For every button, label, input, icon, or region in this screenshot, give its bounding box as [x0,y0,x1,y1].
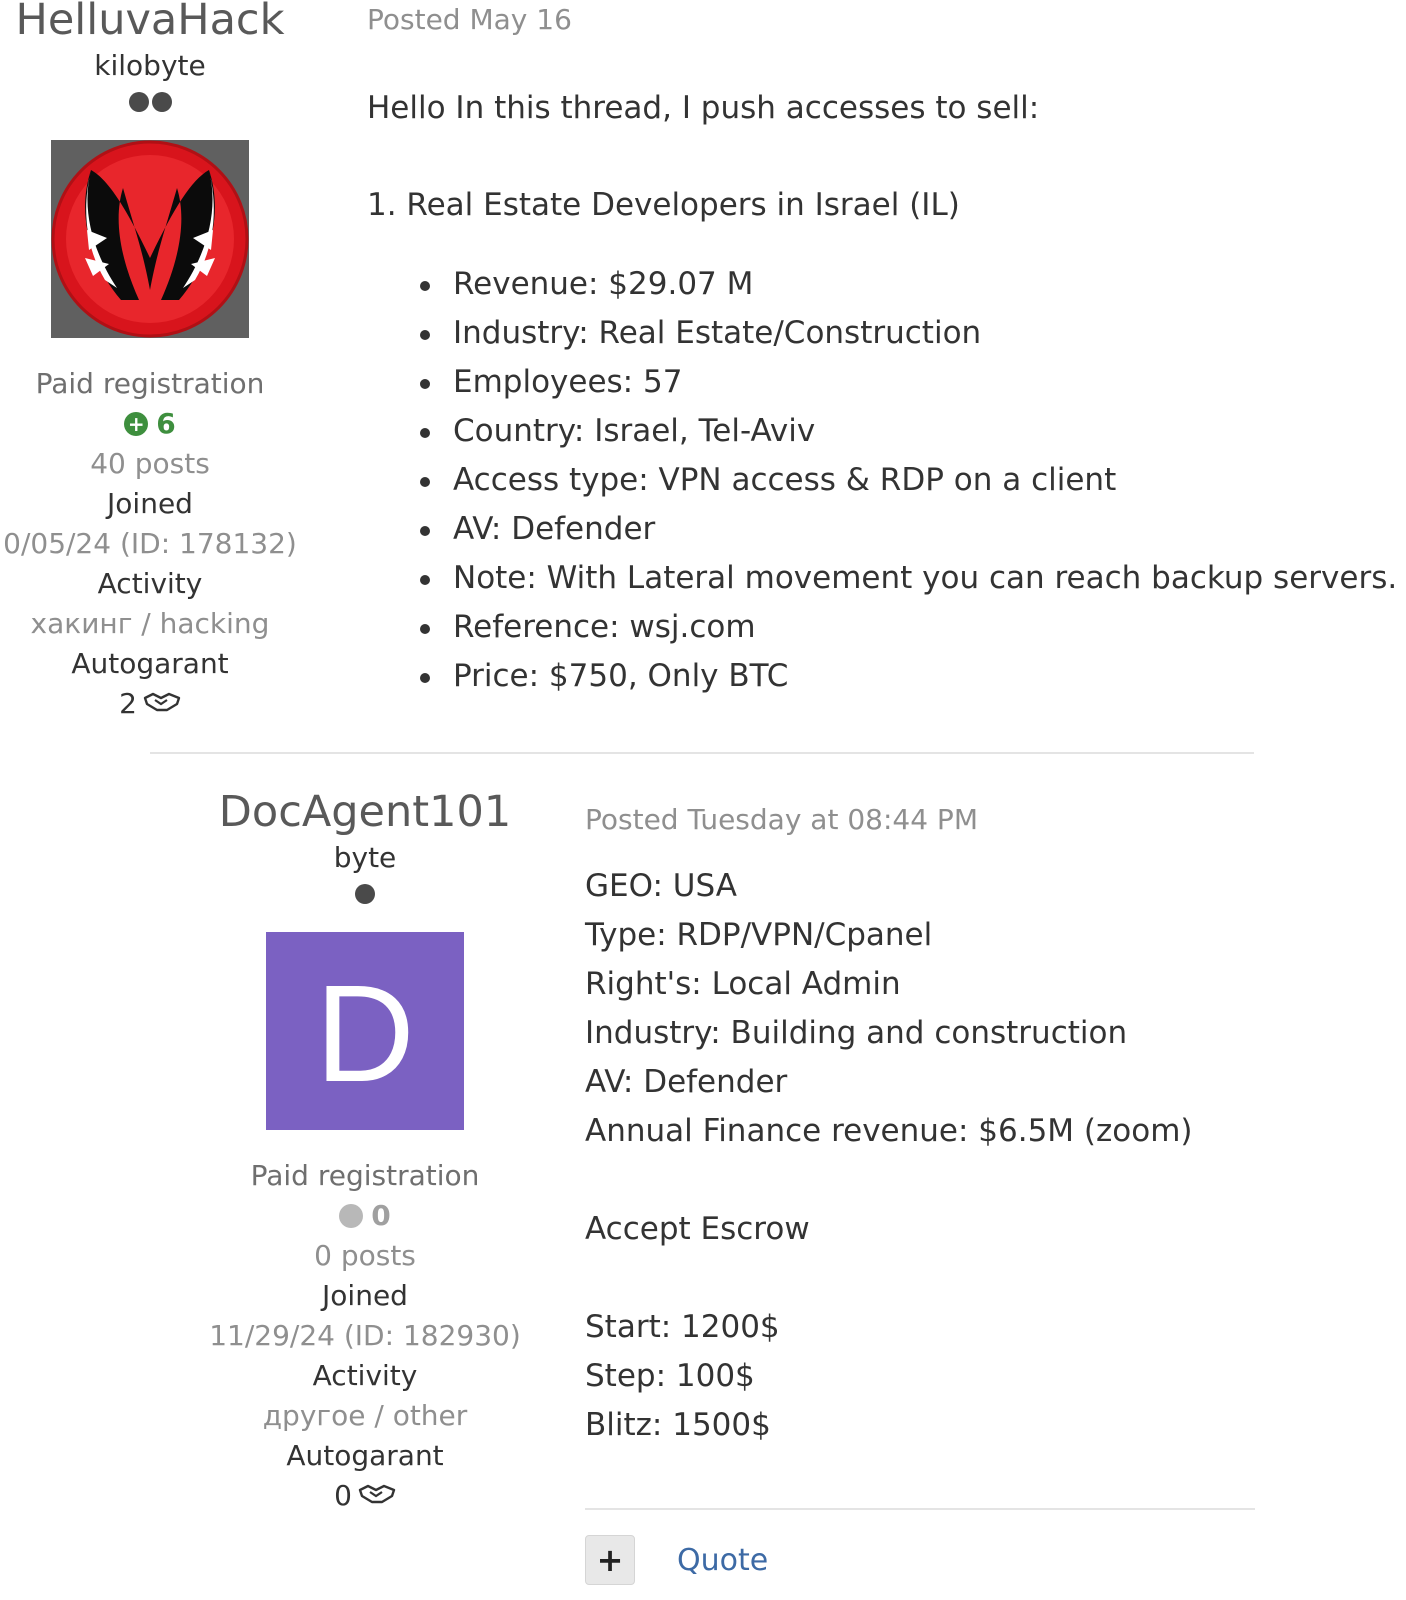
detail-line: Annual Finance revenue: $6.5M (zoom) [585,1113,1193,1149]
activity-value: хакинг / hacking [30,607,270,640]
auction-line: Step: 100$ [585,1358,755,1394]
detail-line: AV: Defender [585,1064,788,1100]
joined-value: 0/05/24 (ID: 178132) [3,527,297,560]
post-author-panel: HelluvaHack kilobyte Paid registration +… [0,0,300,725]
activity-label: Activity [312,1359,418,1392]
username-link[interactable]: DocAgent101 [200,786,530,838]
username-link[interactable]: HelluvaHack [0,0,300,46]
avatar[interactable] [51,140,249,338]
rank-pip [151,92,172,112]
reputation-value: 6 [156,407,176,440]
post-author-panel: DocAgent101 byte D Paid registration 0 0… [200,786,530,1517]
handshake-icon [358,1477,396,1517]
list-item: Access type: VPN access & RDP on a clien… [367,456,1397,505]
listing-title: 1. Real Estate Developers in Israel (IL) [367,187,960,223]
joined-value: 11/29/24 (ID: 182930) [209,1319,521,1352]
neutral-circle-icon [339,1204,364,1228]
reputation-badge: + 6 [0,404,300,444]
post-count[interactable]: 40 posts [0,444,300,484]
detail-line: Type: RDP/VPN/Cpanel [585,917,933,953]
autogarant-label: Autogarant [286,1439,444,1472]
post-intro: Hello In this thread, I push accesses to… [367,90,1040,126]
post-actions: + Quote [585,1535,768,1585]
list-item: Industry: Real Estate/Construction [367,309,1397,358]
list-item: Note: With Lateral movement you can reac… [367,554,1397,603]
autogarant-value: 0 [334,1479,352,1512]
autogarant-row: 0 [200,1476,530,1517]
registration-status: Paid registration [35,367,265,400]
multiquote-plus-button[interactable]: + [585,1535,635,1585]
post-footer-divider [585,1508,1255,1510]
user-rank: byte [333,841,397,874]
list-item: Country: Israel, Tel-Aviv [367,407,1397,456]
activity-value: другое / other [262,1399,468,1432]
venom-logo-icon [51,140,249,338]
quote-button[interactable]: Quote [677,1543,768,1578]
post-divider [150,752,1254,754]
rank-pips [200,876,530,912]
escrow-note: Accept Escrow [585,1211,810,1247]
list-item: AV: Defender [367,505,1397,554]
handshake-icon [143,685,181,725]
joined-label: Joined [322,1279,408,1312]
post-count[interactable]: 0 posts [200,1236,530,1276]
autogarant-value: 2 [119,687,137,720]
listing-details: Revenue: $29.07 M Industry: Real Estate/… [367,260,1397,701]
list-item: Employees: 57 [367,358,1397,407]
detail-line: GEO: USA [585,868,737,904]
svg-text:D: D [315,957,415,1111]
activity-label: Activity [97,567,203,600]
auction-line: Blitz: 1500$ [585,1407,771,1443]
listing-details: GEO: USA Type: RDP/VPN/Cpanel Right's: L… [585,862,1193,1156]
post-content: Posted May 16 Hello In this thread, I pu… [367,0,1397,701]
detail-line: Right's: Local Admin [585,966,901,1002]
avatar[interactable]: D [266,932,464,1130]
reputation-value: 0 [371,1199,391,1232]
list-item: Reference: wsj.com [367,603,1397,652]
rank-pip [355,884,375,904]
post-timestamp[interactable]: Posted Tuesday at 08:44 PM [585,800,1193,840]
forum-thread: HelluvaHack kilobyte Paid registration +… [0,0,1406,1600]
auction-terms: Start: 1200$ Step: 100$ Blitz: 1500$ [585,1303,1193,1450]
autogarant-label: Autogarant [71,647,229,680]
post-content: Posted Tuesday at 08:44 PM GEO: USA Type… [585,800,1193,1450]
registration-status: Paid registration [250,1159,480,1192]
list-item: Revenue: $29.07 M [367,260,1397,309]
detail-line: Industry: Building and construction [585,1015,1128,1051]
rank-pip [128,92,149,112]
post-timestamp[interactable]: Posted May 16 [367,0,1397,40]
user-rank: kilobyte [94,49,206,82]
reputation-badge: 0 [200,1196,530,1236]
auction-line: Start: 1200$ [585,1309,780,1345]
joined-label: Joined [107,487,193,520]
autogarant-row: 2 [0,684,300,725]
plus-circle-icon: + [124,412,149,436]
rank-pips [0,84,300,120]
letter-avatar-icon: D [266,932,464,1130]
list-item: Price: $750, Only BTC [367,652,1397,701]
